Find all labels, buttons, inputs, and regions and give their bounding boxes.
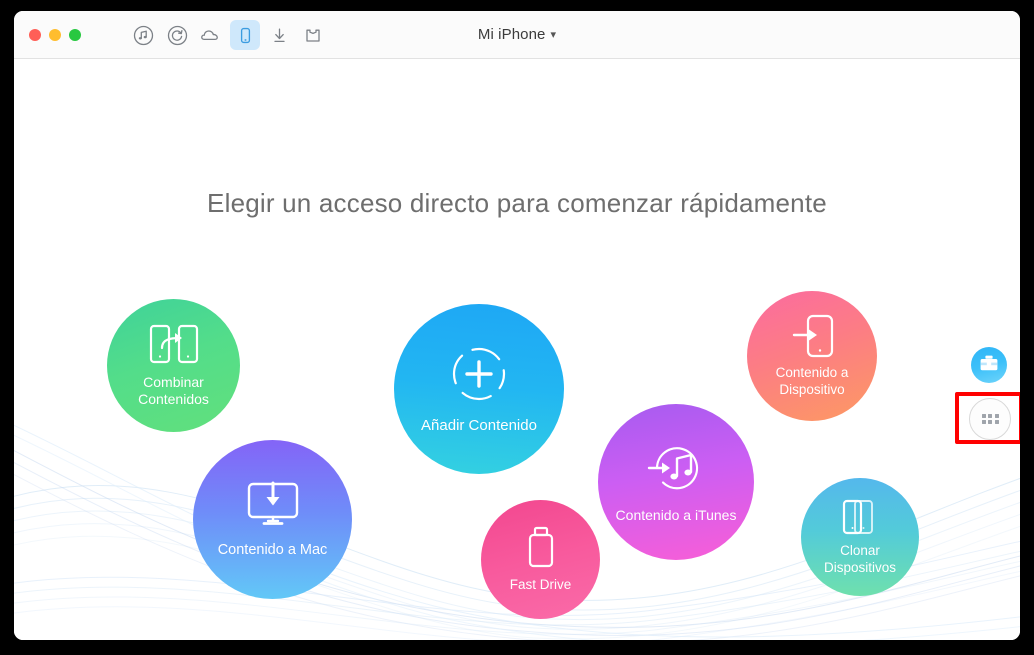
music-note-icon [133,25,154,46]
toolbox-icon [978,352,1000,379]
add-plus-circle-icon [448,343,510,405]
toolbar-item-download[interactable] [264,20,294,50]
title-bar: Mi iPhone ▾ [14,11,1020,59]
toolbar-item-music[interactable] [128,20,158,50]
chevron-down-icon: ▾ [550,29,557,41]
device-phone-icon [235,25,256,46]
shortcut-clonar-dispositivos[interactable]: Clonar Dispositivos [801,478,919,596]
shortcut-label: Fast Drive [509,577,572,593]
to-itunes-music-icon [645,439,707,497]
shortcut-label: Contenido a Dispositivo [775,365,849,397]
shortcut-contenido-a-dispositivo[interactable]: Contenido a Dispositivo [747,291,877,421]
usb-drive-icon [522,525,560,571]
close-window-button[interactable] [29,29,41,41]
shortcut-label: Clonar Dispositivos [823,543,897,575]
shortcut-contenido-a-itunes[interactable]: Contenido a iTunes [598,404,754,560]
main-content: Elegir un acceso directo para comenzar r… [14,59,1020,640]
shortcut-contenido-a-mac[interactable]: Contenido a Mac [193,440,352,599]
app-window: Mi iPhone ▾ Elegir un acceso directo par… [14,11,1020,640]
cloud-icon [200,25,223,46]
download-arrow-icon [269,25,290,46]
shortcut-label: Combinar Contenidos [138,373,209,408]
to-device-arrow-icon [788,313,836,359]
apps-grid-button[interactable] [969,398,1011,440]
refresh-circle-icon [167,25,188,46]
window-title-text: Mi iPhone [477,26,546,43]
page-title: Elegir un acceso directo para comenzar r… [207,188,827,218]
tshirt-ringtone-icon [302,25,324,46]
toolbar [128,20,328,50]
shortcut-label: Contenido a iTunes [615,507,737,524]
toolbar-item-refresh[interactable] [162,20,192,50]
clone-devices-icon [837,498,883,538]
toolbox-button[interactable] [971,347,1007,383]
to-mac-monitor-icon [242,479,304,531]
shortcut-label: Añadir Contenido [421,416,537,434]
apps-grid-icon [981,413,999,425]
minimize-window-button[interactable] [49,29,61,41]
traffic-lights [29,29,81,41]
shortcut-fast-drive[interactable]: Fast Drive [481,500,600,619]
toolbar-item-device[interactable] [230,20,260,50]
toolbar-item-ringtones[interactable] [298,20,328,50]
shortcut-anadir-contenido[interactable]: Añadir Contenido [394,304,564,474]
merge-devices-icon [147,323,201,367]
toolbar-item-cloud[interactable] [196,20,226,50]
shortcut-combinar-contenidos[interactable]: Combinar Contenidos [107,299,240,432]
shortcut-label: Contenido a Mac [217,542,328,559]
maximize-window-button[interactable] [69,29,81,41]
